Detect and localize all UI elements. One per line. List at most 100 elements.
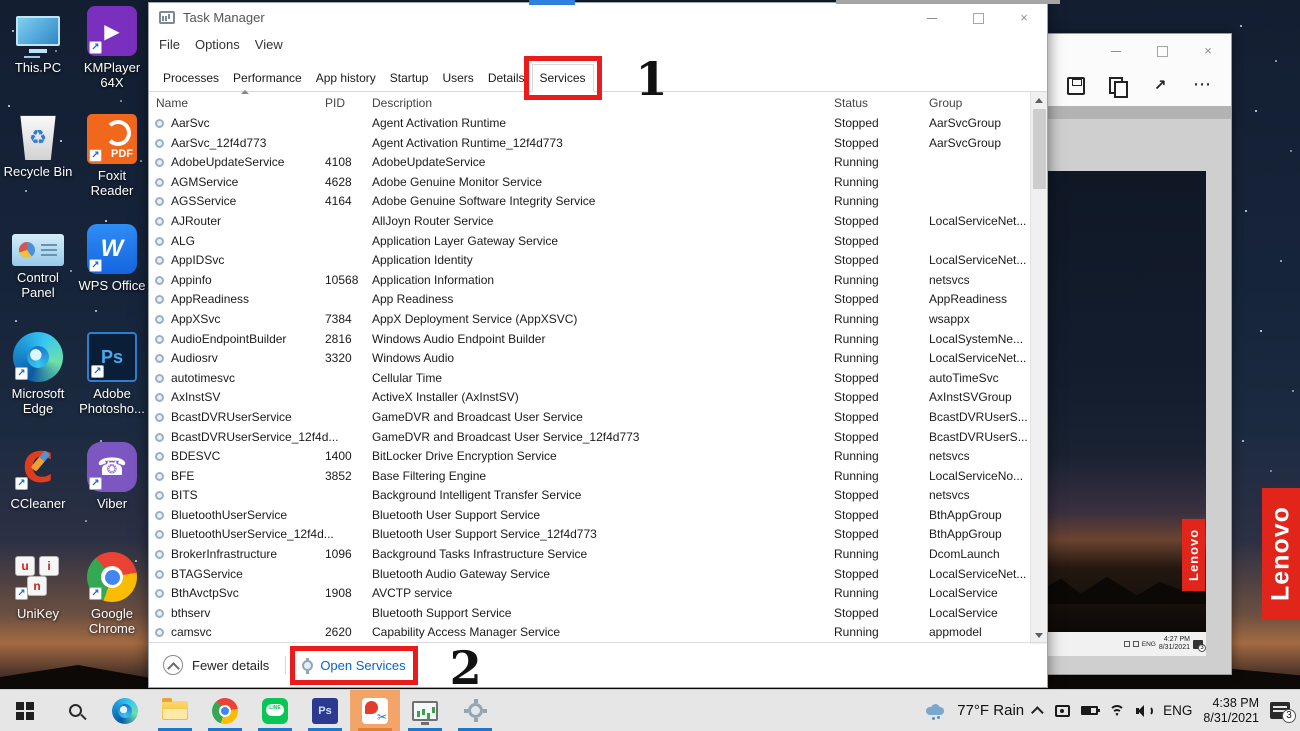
ccleaner-icon: C↗ [13,442,63,492]
task-manager-titlebar[interactable]: Task Manager × [149,3,1047,31]
column-header-name[interactable]: Name [156,96,188,110]
taskbar-button-task-manager[interactable] [400,690,450,731]
column-header-description[interactable]: Description [372,96,432,110]
tab-app-history[interactable]: App history [309,65,383,91]
cast-icon[interactable] [1055,705,1070,717]
service-row-autotimesvc[interactable]: autotimesvcCellular TimeStoppedautoTimeS… [149,369,1032,389]
menu-item-file[interactable]: File [159,35,189,54]
scrollbar-thumb[interactable] [1033,109,1046,189]
service-row-appreadiness[interactable]: AppReadinessApp ReadinessStoppedAppReadi… [149,290,1032,310]
desktop-icon-ccleaner[interactable]: C↗CCleaner [1,442,75,511]
column-header-status[interactable]: Status [834,96,868,110]
service-row-agmservice[interactable]: AGMService4628Adobe Genuine Monitor Serv… [149,173,1032,193]
menu-item-options[interactable]: Options [195,35,249,54]
taskbar-button-snip-tool[interactable]: ✂ [350,690,400,731]
fewer-details-chevron-icon[interactable] [163,655,183,675]
service-row-bthavctpsvc[interactable]: BthAvctpSvc1908AVCTP serviceRunningLocal… [149,584,1032,604]
desktop-icon-viber[interactable]: ☎↗Viber [75,442,149,511]
service-row-btagservice[interactable]: BTAGServiceBluetooth Audio Gateway Servi… [149,565,1032,585]
tab-users[interactable]: Users [435,65,480,91]
table-scrollbar[interactable] [1030,92,1047,644]
weather-widget[interactable]: 77°F Rain [957,702,1024,719]
maximize-icon[interactable] [955,10,1001,25]
taskbar-button-search[interactable] [50,690,100,731]
service-status: Stopped [834,606,926,620]
column-header-group[interactable]: Group [929,96,962,110]
service-row-bluetoothuserservice[interactable]: BluetoothUserServiceBluetooth User Suppo… [149,506,1032,526]
taskbar-button-services[interactable] [450,690,500,731]
close-icon[interactable]: × [1001,10,1047,25]
service-row-bthserv[interactable]: bthservBluetooth Support ServiceStoppedL… [149,604,1032,624]
service-row-adobeupdateservice[interactable]: AdobeUpdateService4108AdobeUpdateService… [149,153,1032,173]
desktop-icon-control-panel[interactable]: Control Panel [1,224,75,300]
desktop-icon-edge[interactable]: ↗Microsoft Edge [1,332,75,416]
tab-processes[interactable]: Processes [156,65,226,91]
language-indicator[interactable]: ENG [1163,703,1192,718]
minimize-icon[interactable] [909,10,955,25]
service-row-axinstsv[interactable]: AxInstSVActiveX Installer (AxInstSV)Stop… [149,388,1032,408]
desktop-icon-photoshop[interactable]: Ps↗Adobe Photosho... [75,332,149,416]
taskbar-button-line[interactable]: LINE [250,690,300,731]
save-icon[interactable] [1067,77,1085,95]
service-row-brokerinfrastructure[interactable]: BrokerInfrastructure1096Background Tasks… [149,545,1032,565]
taskbar-button-chrome[interactable] [200,690,250,731]
service-row-aarsvc[interactable]: AarSvcAgent Activation RuntimeStoppedAar… [149,114,1032,134]
scroll-up-icon[interactable] [1035,98,1043,103]
tray-overflow-chevron-icon[interactable] [1031,706,1044,719]
service-status: Running [834,332,926,346]
notification-center-icon[interactable]: 3 [1270,702,1290,719]
desktop-icon-recycle-bin[interactable]: ♻Recycle Bin [1,114,75,179]
share-icon[interactable]: ↗ [1151,77,1169,95]
minimize-icon[interactable] [1093,43,1139,58]
service-status: Stopped [834,116,926,130]
service-row-bluetoothuserservice-12f4d-[interactable]: BluetoothUserService_12f4d...Bluetooth U… [149,525,1032,545]
wifi-icon[interactable] [1109,705,1125,717]
services-gear-icon [302,660,313,671]
desktop-icon-unikey[interactable]: uin↗UniKey [1,552,75,621]
service-row-appidsvc[interactable]: AppIDSvcApplication IdentityStoppedLocal… [149,251,1032,271]
battery-icon[interactable] [1081,706,1098,715]
service-row-audioendpointbuilder[interactable]: AudioEndpointBuilder2816Windows Audio En… [149,330,1032,350]
service-row-bcastdvruserservice-12f4d-[interactable]: BcastDVRUserService_12f4d...GameDVR and … [149,428,1032,448]
taskbar-button-file-explorer[interactable] [150,690,200,731]
fewer-details-button[interactable]: Fewer details [192,658,269,673]
service-row-appxsvc[interactable]: AppXSvc7384AppX Deployment Service (AppX… [149,310,1032,330]
service-row-bcastdvruserservice[interactable]: BcastDVRUserServiceGameDVR and Broadcast… [149,408,1032,428]
menu-item-view[interactable]: View [255,35,292,54]
service-row-camsvc[interactable]: camsvc2620Capability Access Manager Serv… [149,623,1032,643]
service-row-aarsvc-12f4d773[interactable]: AarSvc_12f4d773Agent Activation Runtime_… [149,134,1032,154]
service-row-bits[interactable]: BITSBackground Intelligent Transfer Serv… [149,486,1032,506]
column-header-pid[interactable]: PID [325,96,345,110]
copy-icon[interactable] [1109,77,1127,95]
preview-canvas: Lenovo ENG 4:27 PM 8/31/2021 3 [1041,119,1231,675]
scroll-down-icon[interactable] [1035,633,1043,638]
more-options-icon[interactable]: ⋯ [1193,77,1211,95]
service-row-audiosrv[interactable]: Audiosrv3320Windows AudioRunningLocalSer… [149,349,1032,369]
taskbar-button-photoshop[interactable]: Ps [300,690,350,731]
maximize-icon[interactable] [1139,43,1185,58]
tab-startup[interactable]: Startup [383,65,436,91]
taskbar-button-start[interactable] [0,690,50,731]
tab-performance[interactable]: Performance [226,65,309,91]
clock[interactable]: 4:38 PM 8/31/2021 [1203,696,1259,726]
desktop-icon-foxit-reader[interactable]: PDF↗Foxit Reader [75,114,149,198]
service-row-bfe[interactable]: BFE3852Base Filtering EngineRunningLocal… [149,467,1032,487]
service-row-agsservice[interactable]: AGSService4164Adobe Genuine Software Int… [149,192,1032,212]
desktop-icon-chrome[interactable]: ↗Google Chrome [75,552,149,636]
desktop-icon-wps-office[interactable]: W↗WPS Office [75,224,149,293]
service-row-appinfo[interactable]: Appinfo10568Application InformationRunni… [149,271,1032,291]
service-row-alg[interactable]: ALGApplication Layer Gateway ServiceStop… [149,232,1032,252]
tab-details[interactable]: Details [481,65,532,91]
open-services-link[interactable]: Open Services [302,658,405,673]
desktop-icon-kmplayer[interactable]: ▶↗KMPlayer 64X [75,6,149,90]
volume-icon[interactable] [1136,705,1152,717]
preview-titlebar: × [1041,34,1231,66]
service-row-ajrouter[interactable]: AJRouterAllJoyn Router ServiceStoppedLoc… [149,212,1032,232]
taskbar-button-edge[interactable] [100,690,150,731]
weather-icon[interactable] [926,704,946,718]
desktop-icon-this-pc[interactable]: This PC [1,6,75,75]
close-icon[interactable]: × [1185,43,1231,58]
service-row-bdesvc[interactable]: BDESVC1400BitLocker Drive Encryption Ser… [149,447,1032,467]
desktop: This PC▶↗KMPlayer 64X♻Recycle BinPDF↗Fox… [0,0,1300,731]
tab-services[interactable]: Services [532,64,594,92]
